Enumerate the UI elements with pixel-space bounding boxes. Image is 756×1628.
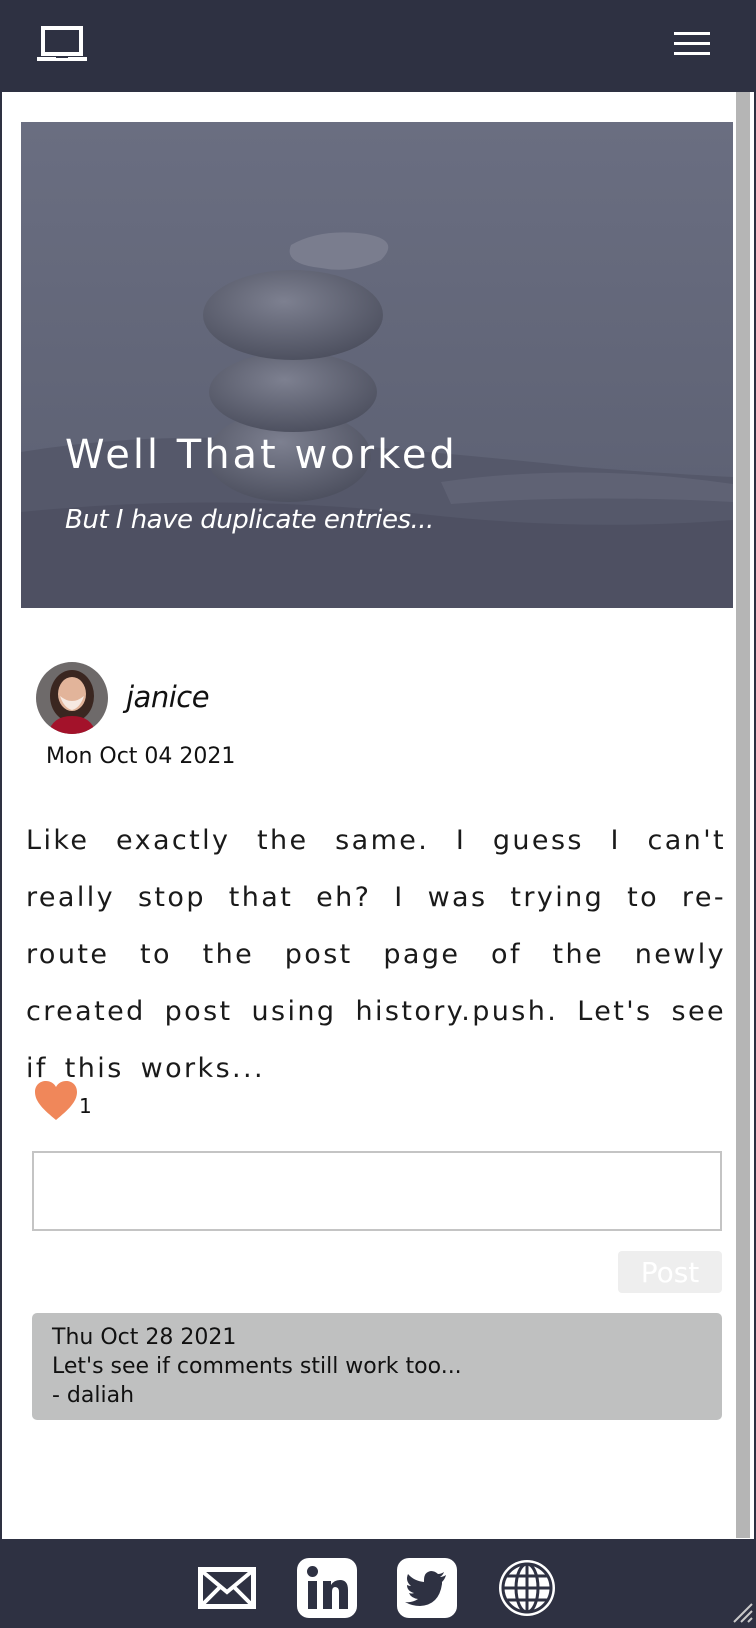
comment-date: Thu Oct 28 2021	[52, 1325, 237, 1350]
linkedin-icon[interactable]	[296, 1557, 358, 1619]
twitter-icon[interactable]	[396, 1557, 458, 1619]
post-date: Mon Oct 04 2021	[46, 744, 236, 769]
mail-icon[interactable]	[196, 1557, 258, 1619]
comment-card: Thu Oct 28 2021 Let's see if comments st…	[32, 1313, 722, 1420]
hero-stones-image	[21, 122, 733, 608]
resize-grip-icon[interactable]	[726, 1596, 754, 1624]
author-name[interactable]: janice	[126, 680, 210, 714]
scrollbar[interactable]	[736, 92, 750, 1538]
hero-banner: Well That worked But I have duplicate en…	[21, 122, 733, 608]
laptop-icon[interactable]	[36, 24, 88, 64]
post-subtitle: But I have duplicate entries...	[65, 505, 434, 535]
author-avatar[interactable]	[36, 662, 108, 734]
post-title: Well That worked	[65, 432, 458, 478]
comment-text: Let's see if comments still work too...	[52, 1354, 462, 1379]
globe-icon[interactable]	[496, 1557, 558, 1619]
hamburger-menu-icon[interactable]	[672, 28, 712, 60]
like-count: 1	[79, 1094, 92, 1118]
comment-input[interactable]	[32, 1151, 722, 1231]
footer	[0, 1539, 756, 1628]
post-comment-button[interactable]: Post	[618, 1251, 722, 1293]
top-navbar	[0, 0, 756, 92]
comment-author: - daliah	[52, 1383, 135, 1408]
post-body: Like exactly the same. I guess I can't r…	[26, 825, 726, 1084]
heart-icon[interactable]	[34, 1080, 78, 1122]
